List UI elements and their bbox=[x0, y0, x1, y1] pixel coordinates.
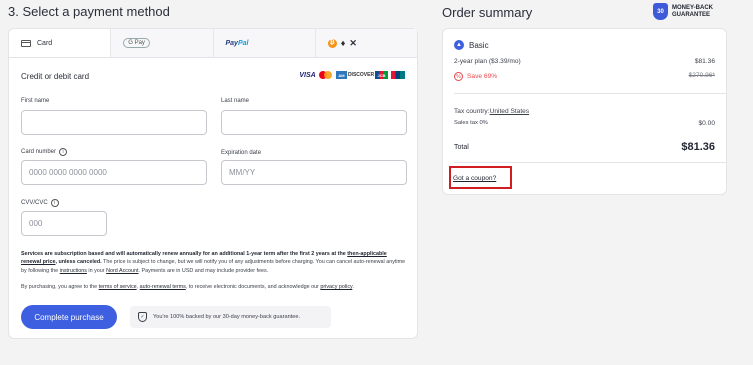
visa-icon: VISA bbox=[299, 71, 316, 79]
total-row: Total $81.36 bbox=[454, 141, 715, 153]
divider bbox=[454, 162, 726, 163]
plan-line-row: 2-year plan ($3.39/mo) $81.36 bbox=[454, 58, 715, 65]
discount-row: % Save 69% $270.96* bbox=[454, 72, 715, 81]
plan-header: ▲ Basic bbox=[454, 40, 489, 50]
info-icon[interactable]: i bbox=[59, 148, 68, 156]
guarantee-text: You're 100% backed by our 30-day money-b… bbox=[153, 314, 301, 320]
consent-text-3: , to receive electronic documents, and a… bbox=[185, 284, 321, 290]
tab-card-label: Card bbox=[37, 39, 53, 47]
terms-bold-text: Services are subscription based and will… bbox=[21, 251, 346, 257]
expiration-label: Expiration date bbox=[221, 150, 262, 156]
card-number-label-row: Card number i bbox=[21, 148, 68, 156]
card-number-label: Card number bbox=[21, 149, 57, 155]
terms-text-2: in your bbox=[86, 267, 107, 274]
auto-renewal-terms-link[interactable]: auto-renewal terms bbox=[140, 284, 186, 290]
money-back-badge: 30 MONEY-BACK GUARANTEE bbox=[653, 3, 716, 20]
total-label: Total bbox=[454, 143, 469, 151]
sales-tax-row: Sales tax 0% $0.00 bbox=[454, 120, 715, 127]
payment-method-tabs: Card G Pay PayPal ₿ ♦ ✕ bbox=[9, 29, 417, 58]
plan-name: Basic bbox=[469, 40, 489, 50]
original-price: $270.96* bbox=[688, 72, 715, 79]
terms-text-3: . Payments are in USD and may include pr… bbox=[138, 267, 269, 274]
discover-icon: DISCOVER bbox=[347, 72, 375, 78]
tab-google-pay[interactable]: G Pay bbox=[110, 29, 213, 57]
terms-bold-tail: , unless canceled. bbox=[55, 259, 102, 266]
save-label: Save 69% bbox=[467, 73, 498, 80]
last-name-input[interactable] bbox=[221, 110, 407, 135]
plan-line: 2-year plan ($3.39/mo) bbox=[454, 58, 521, 65]
first-name-input[interactable] bbox=[21, 110, 207, 135]
cvv-label: CVV/CVC bbox=[21, 200, 48, 206]
terms-of-service-link[interactable]: terms of service bbox=[99, 284, 137, 290]
sales-tax-value: $0.00 bbox=[698, 120, 715, 127]
divider bbox=[454, 93, 726, 94]
subscription-terms: Services are subscription based and will… bbox=[21, 250, 407, 275]
consent-text-1: By purchasing, you agree to the bbox=[21, 284, 99, 290]
order-summary-title: Order summary bbox=[442, 5, 533, 20]
money-back-label: MONEY-BACK GUARANTEE bbox=[672, 4, 714, 18]
mastercard-icon bbox=[319, 71, 333, 79]
nordvpn-plan-icon: ▲ bbox=[454, 40, 464, 50]
info-icon[interactable]: i bbox=[50, 199, 59, 207]
tab-paypal[interactable]: PayPal bbox=[212, 29, 315, 57]
x-token-icon: ✕ bbox=[349, 37, 357, 48]
purchase-consent: By purchasing, you agree to the terms of… bbox=[21, 284, 411, 290]
tab-crypto[interactable]: ₿ ♦ ✕ bbox=[314, 29, 417, 57]
tab-card[interactable]: Card bbox=[9, 29, 111, 57]
paypal-icon: PayPal bbox=[225, 39, 249, 47]
payment-step-title: 3. Select a payment method bbox=[8, 4, 170, 19]
bitcoin-icon: ₿ bbox=[327, 38, 337, 48]
last-name-label: Last name bbox=[221, 98, 250, 104]
privacy-policy-link[interactable]: privacy policy bbox=[320, 284, 352, 290]
credit-card-icon bbox=[21, 39, 31, 47]
coupon-link[interactable]: Got a coupon? bbox=[453, 175, 496, 182]
guarantee-note: ✓ You're 100% backed by our 30-day money… bbox=[130, 306, 331, 328]
amex-icon: AM bbox=[336, 71, 347, 79]
payment-card-panel: Card G Pay PayPal ₿ ♦ ✕ Credit or debit … bbox=[8, 28, 418, 339]
total-value: $81.36 bbox=[681, 141, 715, 153]
cvv-input[interactable] bbox=[21, 211, 107, 236]
nord-account-link[interactable]: Nord Account bbox=[106, 268, 138, 274]
card-section-label: Credit or debit card bbox=[21, 72, 90, 81]
shield-check-icon: ✓ bbox=[138, 312, 147, 322]
unionpay-icon bbox=[391, 71, 405, 79]
ethereum-icon: ♦ bbox=[340, 38, 346, 48]
sales-tax-label: Sales tax 0% bbox=[454, 120, 488, 126]
plan-price: $81.36 bbox=[694, 58, 715, 65]
money-back-shield-icon: 30 bbox=[653, 3, 668, 20]
cvv-label-row: CVV/CVC i bbox=[21, 199, 59, 207]
save-badge: % Save 69% bbox=[454, 72, 497, 81]
card-number-input[interactable] bbox=[21, 160, 207, 185]
tax-country-label: Tax country: bbox=[454, 108, 490, 115]
google-pay-icon: G Pay bbox=[123, 38, 150, 48]
tax-country-row: Tax country: United States bbox=[454, 108, 715, 115]
complete-purchase-button[interactable]: Complete purchase bbox=[21, 305, 117, 329]
crypto-icons: ₿ ♦ ✕ bbox=[327, 37, 357, 49]
consent-text-4: . bbox=[352, 284, 354, 290]
percent-icon: % bbox=[454, 72, 463, 81]
tax-country-link[interactable]: United States bbox=[490, 108, 530, 115]
expiration-input[interactable] bbox=[221, 160, 407, 185]
instructions-link[interactable]: instructions bbox=[60, 268, 87, 274]
card-brand-logos: VISA AM DISCOVER JCB bbox=[299, 71, 405, 79]
jcb-icon: JCB bbox=[375, 71, 388, 79]
first-name-label: First name bbox=[21, 98, 50, 104]
